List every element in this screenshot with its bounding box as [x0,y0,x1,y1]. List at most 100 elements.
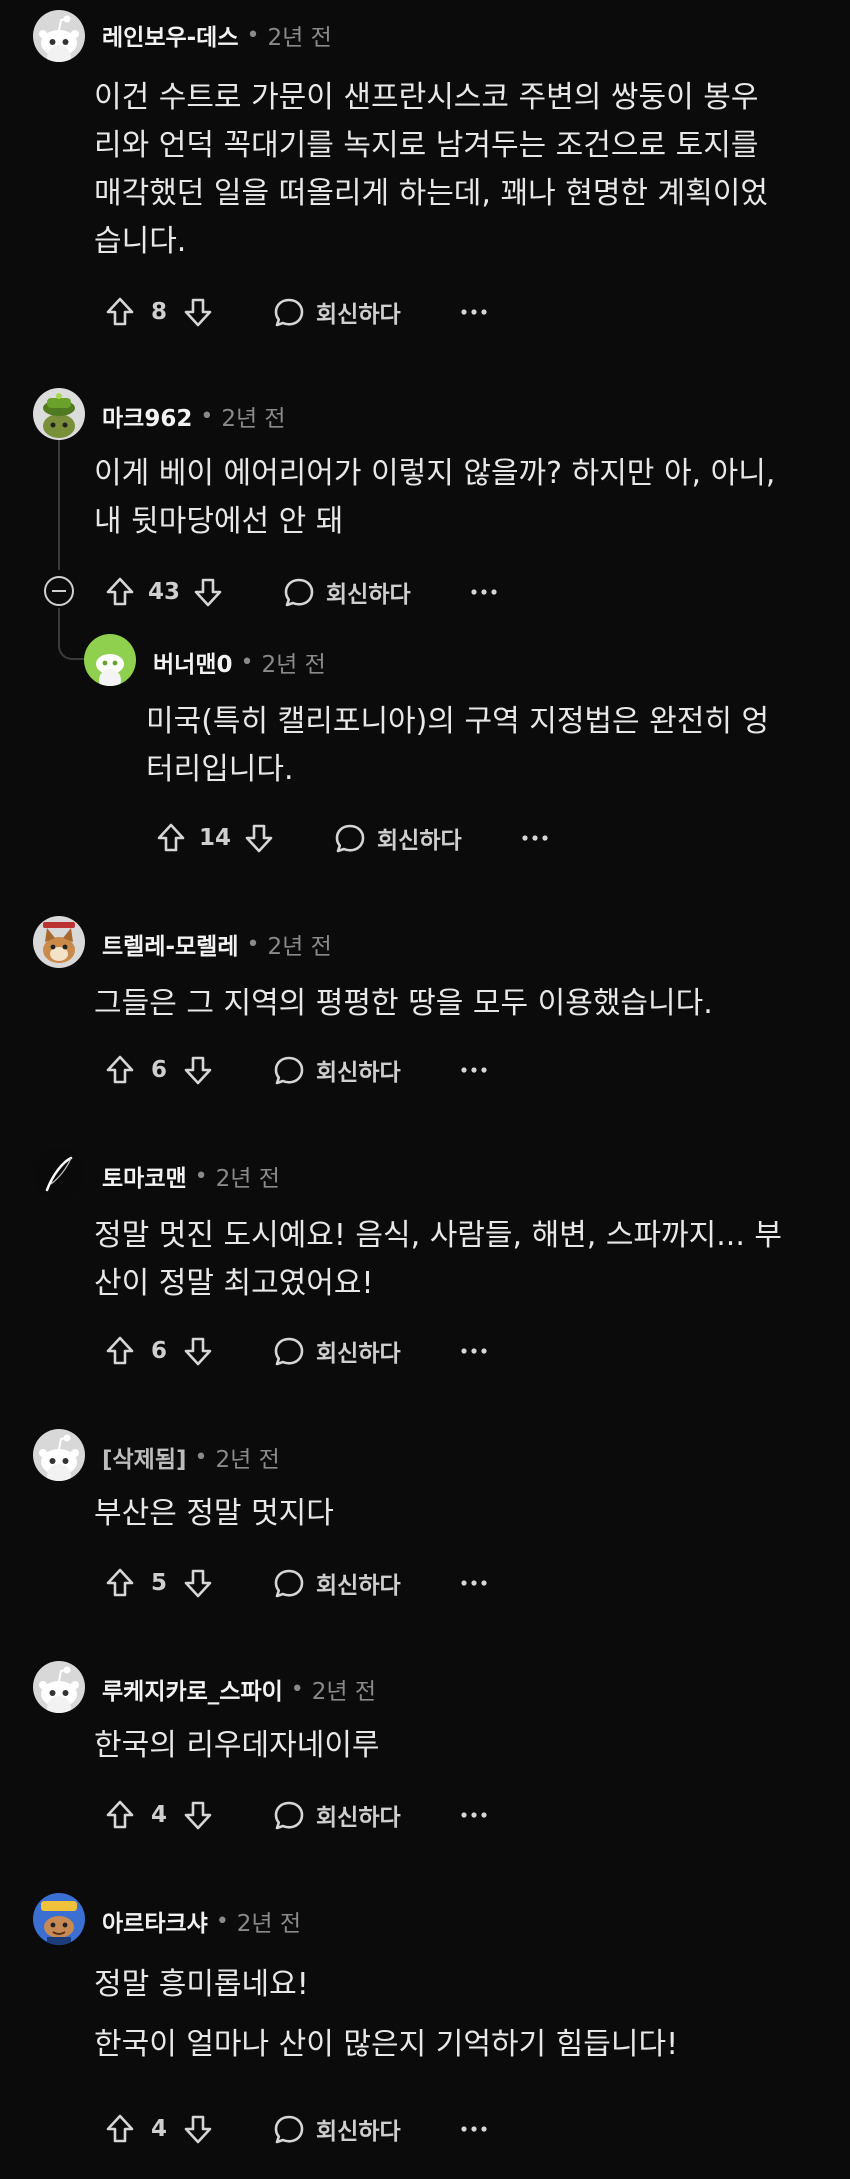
snoo-cat-icon [33,916,85,968]
comment-time[interactable]: 2년 전 [312,1672,376,1706]
comment-actions: 5 회신하다 [102,1561,489,1605]
downvote-icon[interactable] [180,1333,216,1369]
downvote-icon[interactable] [180,1797,216,1833]
comment-body: 부산은 정말 멋지다 [94,1490,334,1538]
downvote-icon[interactable] [241,820,277,856]
more-options-icon[interactable] [520,823,550,853]
vote-score: 43 [148,579,181,605]
reply-button[interactable]: 회신하다 [282,575,411,609]
avatar[interactable] [33,1893,85,1945]
upvote-icon[interactable] [102,574,138,610]
comment-line: 정말 흥미롭네요! [94,1967,309,2002]
more-options-icon[interactable] [459,1568,489,1598]
avatar[interactable] [33,1148,85,1200]
reply-label: 회신하다 [316,1060,401,1086]
reply-icon [272,1334,306,1368]
snoo-lime-icon [84,634,136,686]
reply-button[interactable]: 회신하다 [272,1053,401,1087]
meta-separator: • [246,22,260,48]
comment-line: 이건 수트로 가문이 샌프란시스코 주변의 쌍둥이 봉우 [94,80,759,115]
reply-button[interactable]: 회신하다 [272,1798,401,1832]
avatar[interactable] [33,916,85,968]
upvote-icon[interactable] [102,2111,138,2147]
reply-button[interactable]: 회신하다 [272,1566,401,1600]
reply-label: 회신하다 [316,302,401,328]
vote-score: 5 [150,1570,167,1596]
more-options-icon[interactable] [459,1055,489,1085]
comment-actions: 6 회신하다 [102,1048,489,1092]
more-options-icon[interactable] [459,1336,489,1366]
reply-button[interactable]: 회신하다 [272,1334,401,1368]
vote-score: 6 [150,1338,167,1364]
upvote-icon[interactable] [153,820,189,856]
downvote-icon[interactable] [180,1565,216,1601]
reply-label: 회신하다 [316,2119,401,2145]
avatar[interactable] [84,634,136,686]
reply-label: 회신하다 [316,1341,401,1367]
comment-author[interactable]: 루케지카로_스파이 [102,1672,283,1706]
downvote-icon[interactable] [190,574,226,610]
thread-line[interactable] [58,440,60,570]
comment-body: 한국의 리우데자네이루 [94,1722,380,1770]
upvote-icon[interactable] [102,1565,138,1601]
meta-separator: • [290,1676,304,1702]
comment-line: 그들은 그 지역의 평평한 땅을 모두 이용했습니다. [94,986,713,1021]
comment-time[interactable]: 2년 전 [216,1159,280,1193]
reply-button[interactable]: 회신하다 [333,821,462,855]
reply-icon [272,2112,306,2146]
upvote-icon[interactable] [102,294,138,330]
snoo-white-icon [33,1661,85,1713]
comment-line: 미국(특히 캘리포니아)의 구역 지정법은 완전히 엉 [146,704,770,739]
comment-author[interactable]: 트렐레-모렐레 [102,927,239,961]
comment-time[interactable]: 2년 전 [268,18,332,52]
comment-line: 이게 베이 에어리어가 이렇지 않을까? 하지만 아, 아니, [94,456,776,491]
reply-icon [282,575,316,609]
avatar[interactable] [33,10,85,62]
comment-author[interactable]: 레인보우-데스 [102,18,239,52]
reply-icon [272,295,306,329]
upvote-icon[interactable] [102,1797,138,1833]
snoo-white-icon [33,10,85,62]
reply-label: 회신하다 [377,828,462,854]
snoo-white-icon [33,1429,85,1481]
comment-time[interactable]: 2년 전 [237,1904,301,1938]
upvote-icon[interactable] [102,1333,138,1369]
comment-line: 터리입니다. [146,752,294,787]
reply-button[interactable]: 회신하다 [272,295,401,329]
comment-body: 이건 수트로 가문이 샌프란시스코 주변의 쌍둥이 봉우 리와 언덕 꼭대기를 … [94,74,768,266]
comment-time[interactable]: 2년 전 [216,1440,280,1474]
comment-author[interactable]: 토마코맨 [102,1159,187,1193]
downvote-icon[interactable] [180,2111,216,2147]
more-options-icon[interactable] [459,1800,489,1830]
avatar[interactable] [33,1661,85,1713]
reply-label: 회신하다 [316,1805,401,1831]
reply-icon [333,821,367,855]
vote-score: 4 [150,1802,167,1828]
reply-button[interactable]: 회신하다 [272,2112,401,2146]
comment-actions: 43 회신하다 [102,570,499,614]
collapse-thread-button[interactable] [44,576,74,606]
comment-body: 미국(특히 캘리포니아)의 구역 지정법은 완전히 엉 터리입니다. [146,698,769,794]
more-options-icon[interactable] [469,577,499,607]
comment-line: 부산은 정말 멋지다 [94,1496,334,1531]
more-options-icon[interactable] [459,2114,489,2144]
comment-time[interactable]: 2년 전 [261,645,325,679]
comment-author[interactable]: 아르타크샤 [102,1904,208,1938]
comment-actions: 4 회신하다 [102,1793,489,1837]
avatar[interactable] [33,388,85,440]
comment-body: 이게 베이 에어리어가 이렇지 않을까? 하지만 아, 아니, 내 뒷마당에선 … [94,450,775,546]
comment-author[interactable]: [삭제됨] [102,1440,187,1474]
meta-separator: • [215,1908,229,1934]
comment-author[interactable]: 마크962 [102,399,192,433]
more-options-icon[interactable] [459,297,489,327]
downvote-icon[interactable] [180,294,216,330]
meta-separator: • [246,931,260,957]
upvote-icon[interactable] [102,1052,138,1088]
avatar[interactable] [33,1429,85,1481]
comment-body: 정말 멋진 도시예요! 음식, 사람들, 해변, 스파까지... 부 산이 정말… [94,1212,782,1308]
downvote-icon[interactable] [180,1052,216,1088]
comment-author[interactable]: 버너맨0 [153,645,232,679]
comment-time[interactable]: 2년 전 [221,399,285,433]
meta-separator: • [200,403,214,429]
comment-time[interactable]: 2년 전 [268,927,332,961]
